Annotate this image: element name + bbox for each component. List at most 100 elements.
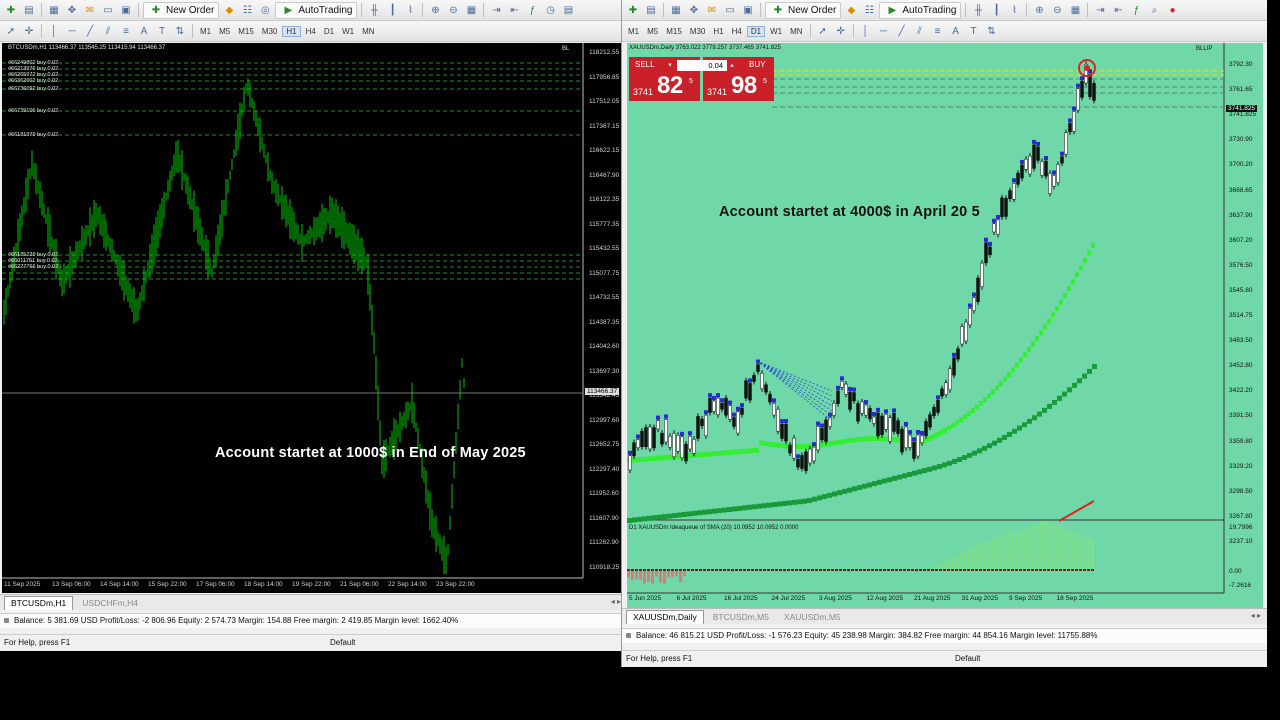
profiles-icon[interactable]: ▤ (643, 2, 659, 18)
alert-icon[interactable]: ● (1164, 2, 1180, 18)
timeframe-mn[interactable]: MN (359, 27, 377, 36)
horizontal-line-icon[interactable]: ─ (876, 23, 892, 39)
text-tool-icon[interactable]: A (136, 23, 152, 39)
signals-icon[interactable]: ☷ (861, 2, 877, 18)
trendline-icon[interactable]: ╱ (894, 23, 910, 39)
line-chart-icon[interactable]: ⌇ (402, 2, 418, 18)
timeframe-d1[interactable]: D1 (746, 25, 766, 37)
search-icon[interactable]: ⌕ (1146, 2, 1162, 18)
timeframe-m15[interactable]: M15 (663, 27, 685, 36)
templates-icon[interactable]: ▤ (560, 2, 576, 18)
chart-shift-icon[interactable]: ⇤ (1110, 2, 1126, 18)
tab-xauusdm-m5[interactable]: XAUUSDm,M5 (778, 611, 847, 624)
timeframe-m1[interactable]: M1 (197, 27, 214, 36)
terminal-icon[interactable]: ▭ (100, 2, 116, 18)
tab-scroll-arrows-icon[interactable]: ◂ ▸ (1251, 611, 1261, 620)
new-chart-icon[interactable]: ✚ (625, 2, 641, 18)
periods-icon[interactable]: ◷ (542, 2, 558, 18)
zoom-out-icon[interactable]: ⊖ (1049, 2, 1065, 18)
tab-usdchfm-h4[interactable]: USDCHFm,H4 (76, 597, 144, 610)
timeframe-h4[interactable]: H4 (729, 27, 745, 36)
text-tool-icon[interactable]: A (948, 23, 964, 39)
btc-chart[interactable]: BTCUSDm,H1 113466.37 113545.25 113415.94… (2, 43, 624, 593)
crosshair-icon[interactable]: ✛ (833, 23, 849, 39)
fibonacci-icon[interactable]: ≡ (930, 23, 946, 39)
indicators-icon[interactable]: ƒ (1128, 2, 1144, 18)
cursor-icon[interactable]: ➚ (3, 23, 19, 39)
strategy-tester-icon[interactable]: ▣ (118, 2, 134, 18)
bar-chart-icon[interactable]: ╫ (366, 2, 382, 18)
data-window-icon[interactable]: ✥ (686, 2, 702, 18)
bar-chart-icon[interactable]: ╫ (970, 2, 986, 18)
horizontal-line-icon[interactable]: ─ (64, 23, 80, 39)
timeframe-m5[interactable]: M5 (644, 27, 661, 36)
timeframe-m15[interactable]: M15 (235, 27, 257, 36)
strategy-tester-icon[interactable]: ▣ (740, 2, 756, 18)
profiles-icon[interactable]: ▤ (21, 2, 37, 18)
timeframe-h4[interactable]: H4 (303, 27, 319, 36)
metaeditor-icon[interactable]: ◆ (843, 2, 859, 18)
histogram-zero-dot (855, 569, 858, 571)
indicator-axis-label: -7.2616 (1229, 582, 1252, 589)
cursor-icon[interactable]: ➚ (815, 23, 831, 39)
auto-scroll-icon[interactable]: ⇥ (488, 2, 504, 18)
zoom-out-icon[interactable]: ⊖ (445, 2, 461, 18)
chart-shift-icon[interactable]: ⇤ (506, 2, 522, 18)
terminal-icon[interactable]: ▭ (722, 2, 738, 18)
new-order-button[interactable]: ✚ New Order (143, 1, 220, 19)
indicators-icon[interactable]: ƒ (524, 2, 540, 18)
timeframe-mn[interactable]: MN (787, 27, 805, 36)
arrows-tool-icon[interactable]: ⇅ (172, 23, 188, 39)
tab-scroll-arrows-icon[interactable]: ◂ ▸ (611, 597, 621, 606)
btc-chart-canvas[interactable] (2, 43, 624, 593)
crosshair-icon[interactable]: ✛ (21, 23, 37, 39)
timeframe-w1[interactable]: W1 (767, 27, 785, 36)
tile-windows-icon[interactable]: ▦ (1067, 2, 1083, 18)
xau-chart[interactable]: XAUUSDm,Daily 3763.022 3779.257 3737.465… (627, 43, 1263, 608)
new-chart-icon[interactable]: ✚ (3, 2, 19, 18)
channel-icon[interactable]: ⫽ (100, 23, 116, 39)
timeframe-d1[interactable]: D1 (321, 27, 337, 36)
navigator-icon[interactable]: ✉ (82, 2, 98, 18)
xau-chart-canvas[interactable] (627, 43, 1263, 608)
market-icon[interactable]: ◎ (257, 2, 273, 18)
timeframe-h1[interactable]: H1 (710, 27, 726, 36)
volume-increase-icon[interactable]: ▴ (727, 60, 737, 71)
data-window-icon[interactable]: ✥ (64, 2, 80, 18)
vertical-line-icon[interactable]: │ (858, 23, 874, 39)
signals-icon[interactable]: ☷ (239, 2, 255, 18)
market-watch-icon[interactable]: ▦ (46, 2, 62, 18)
volume-decrease-icon[interactable]: ▾ (665, 60, 675, 71)
metaeditor-icon[interactable]: ◆ (221, 2, 237, 18)
autotrading-button[interactable]: ▶ AutoTrading (275, 1, 358, 19)
timeframe-m30[interactable]: M30 (687, 27, 709, 36)
fibonacci-icon[interactable]: ≡ (118, 23, 134, 39)
slow-ma-point (827, 492, 832, 498)
auto-scroll-icon[interactable]: ⇥ (1092, 2, 1108, 18)
new-order-button[interactable]: ✚ New Order (765, 1, 842, 19)
autotrading-button[interactable]: ▶ AutoTrading (879, 1, 962, 19)
timeframe-m5[interactable]: M5 (216, 27, 233, 36)
zoom-in-icon[interactable]: ⊕ (1031, 2, 1047, 18)
volume-input[interactable]: 0.04 (677, 60, 727, 71)
candlestick-icon[interactable]: ┃ (988, 2, 1004, 18)
vertical-line-icon[interactable]: │ (46, 23, 62, 39)
market-watch-icon[interactable]: ▦ (668, 2, 684, 18)
label-tool-icon[interactable]: T (154, 23, 170, 39)
timeframe-m1[interactable]: M1 (625, 27, 642, 36)
channel-icon[interactable]: ⫽ (912, 23, 928, 39)
tab-btcusdm-h1[interactable]: BTCUSDm,H1 (4, 596, 74, 610)
zoom-in-icon[interactable]: ⊕ (427, 2, 443, 18)
tab-xauusdm-daily[interactable]: XAUUSDm,Daily (626, 610, 704, 624)
line-chart-icon[interactable]: ⌇ (1006, 2, 1022, 18)
navigator-icon[interactable]: ✉ (704, 2, 720, 18)
candlestick-icon[interactable]: ┃ (384, 2, 400, 18)
timeframe-m30[interactable]: M30 (259, 27, 281, 36)
arrows-tool-icon[interactable]: ⇅ (984, 23, 1000, 39)
timeframe-h1[interactable]: H1 (282, 25, 301, 37)
trendline-icon[interactable]: ╱ (82, 23, 98, 39)
timeframe-w1[interactable]: W1 (339, 27, 357, 36)
tab-btcusdm-m5[interactable]: BTCUSDm,M5 (707, 611, 775, 624)
label-tool-icon[interactable]: T (966, 23, 982, 39)
tile-windows-icon[interactable]: ▦ (463, 2, 479, 18)
